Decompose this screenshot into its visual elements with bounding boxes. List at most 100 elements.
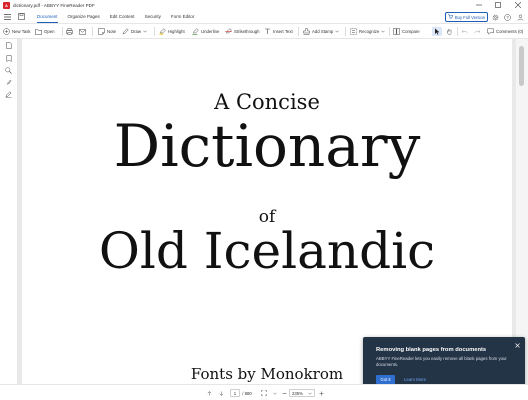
window-title: dictionary.pdf - ABBYY FineReader PDF: [13, 2, 95, 8]
settings-gear-icon[interactable]: [491, 13, 500, 22]
plus-circle-icon: [3, 28, 10, 35]
tab-form-editor[interactable]: Form Editor: [171, 10, 195, 24]
title-bar: A dictionary.pdf - ABBYY FineReader PDF: [0, 0, 528, 10]
toolbar-separator: [154, 27, 155, 36]
tab-document[interactable]: Document: [37, 10, 58, 24]
strikethrough-icon: [225, 28, 232, 35]
zoom-value: 235%: [292, 390, 303, 396]
highlight-button[interactable]: Highlight: [159, 27, 185, 36]
underline-button[interactable]: Underline: [192, 27, 219, 36]
save-icon[interactable]: [17, 12, 26, 21]
pen-draw-icon: [122, 28, 129, 35]
new-task-button[interactable]: New Task: [3, 27, 31, 36]
stamp-icon: [303, 28, 310, 35]
toolbar-separator: [457, 27, 458, 36]
attachment-paperclip-icon[interactable]: [4, 78, 13, 87]
search-icon[interactable]: [4, 66, 13, 75]
undo-button[interactable]: [461, 27, 468, 36]
insert-text-icon: [264, 28, 271, 35]
scrollbar-thumb[interactable]: [519, 46, 524, 86]
next-page-button[interactable]: [218, 389, 225, 397]
hamburger-menu-icon[interactable]: [3, 12, 12, 21]
printer-icon: [66, 28, 73, 35]
toolbar-separator: [62, 27, 63, 36]
minimize-button[interactable]: [472, 0, 486, 10]
compare-label: Compare: [402, 29, 420, 34]
compare-icon: [393, 28, 400, 35]
insert-text-button[interactable]: Insert Text: [264, 27, 293, 36]
cursor-arrow-icon: [434, 28, 441, 35]
maximize-button[interactable]: [491, 0, 505, 10]
tab-security[interactable]: Security: [145, 10, 161, 24]
open-button[interactable]: Open: [35, 27, 55, 36]
help-icon[interactable]: ?: [503, 13, 512, 22]
comment-bubble-icon: [487, 28, 494, 35]
recognize-text-icon: [350, 28, 357, 35]
note-label: Note: [107, 29, 117, 34]
redo-icon: [474, 28, 481, 35]
hand-tool-button[interactable]: [446, 27, 453, 36]
chevron-down-icon: [381, 29, 385, 34]
recognize-button[interactable]: Recognize: [350, 27, 385, 36]
highlighter-icon: [159, 28, 166, 35]
add-stamp-label: Add Stamp: [312, 29, 334, 34]
page-number-input[interactable]: 1: [230, 389, 240, 397]
draw-button[interactable]: Draw: [122, 27, 147, 36]
print-button[interactable]: [66, 27, 73, 36]
status-bar: 1 / 880 235%: [0, 384, 528, 400]
bookmark-icon[interactable]: [4, 54, 13, 63]
app-logo-icon: A: [3, 1, 10, 9]
fit-page-icon[interactable]: [260, 389, 268, 397]
add-stamp-button[interactable]: Add Stamp: [303, 27, 339, 36]
cart-icon: [447, 14, 453, 20]
insert-text-label: Insert Text: [273, 29, 293, 34]
close-icon[interactable]: [513, 341, 521, 349]
previous-page-button[interactable]: [206, 389, 213, 397]
select-tool-button[interactable]: [432, 27, 442, 36]
toolbar-separator: [298, 27, 299, 36]
strikethrough-button[interactable]: Strikethrough: [225, 27, 260, 36]
chevron-down-icon[interactable]: [271, 389, 278, 397]
doc-title-old-icelandic: Old Icelandic: [98, 222, 436, 280]
comments-label: Comments (0): [496, 29, 524, 34]
chevron-down-icon: [308, 391, 312, 396]
buy-full-version-button[interactable]: Buy Full Version: [445, 12, 488, 22]
draw-label: Draw: [131, 29, 142, 34]
toast-body: ABBYY FineReader lets you easily remove …: [376, 356, 507, 367]
hand-icon: [446, 28, 453, 35]
underline-label: Underline: [201, 29, 220, 34]
tab-edit-content[interactable]: Edit Content: [110, 10, 135, 24]
got-it-button[interactable]: Got it: [376, 375, 395, 384]
toolbar-separator: [345, 27, 346, 36]
undo-icon: [461, 28, 468, 35]
doc-title-line-1: A Concise: [214, 90, 320, 114]
note-icon: [98, 28, 105, 35]
toast-title: Removing blank pages from documents: [376, 347, 487, 353]
compare-button[interactable]: Compare: [393, 27, 420, 36]
toolbar-separator: [92, 27, 93, 36]
envelope-icon: [79, 28, 86, 35]
user-account-icon[interactable]: [516, 13, 525, 22]
close-window-button[interactable]: [511, 0, 525, 10]
page-thumbnails-icon[interactable]: [4, 41, 13, 50]
folder-icon: [35, 28, 42, 35]
underline-icon: [192, 28, 199, 35]
vertical-scrollbar[interactable]: [516, 39, 528, 384]
zoom-out-icon[interactable]: [280, 389, 288, 397]
learn-more-link[interactable]: Learn More: [404, 375, 426, 384]
toolbar-separator: [389, 27, 390, 36]
svg-text:?: ?: [506, 15, 509, 20]
open-label: Open: [44, 29, 55, 34]
note-button[interactable]: Note: [98, 27, 116, 36]
email-button[interactable]: [79, 27, 86, 36]
page-total: / 880: [242, 390, 252, 396]
recognize-label: Recognize: [359, 29, 380, 34]
highlight-label: Highlight: [168, 29, 185, 34]
chevron-down-icon: [335, 29, 339, 34]
redo-button[interactable]: [474, 27, 481, 36]
zoom-select[interactable]: 235%: [289, 389, 315, 397]
zoom-in-icon[interactable]: [317, 389, 325, 397]
signature-pen-icon[interactable]: [4, 90, 13, 99]
comments-button[interactable]: Comments (0): [487, 27, 523, 36]
tab-organize-pages[interactable]: Organize Pages: [68, 10, 100, 24]
